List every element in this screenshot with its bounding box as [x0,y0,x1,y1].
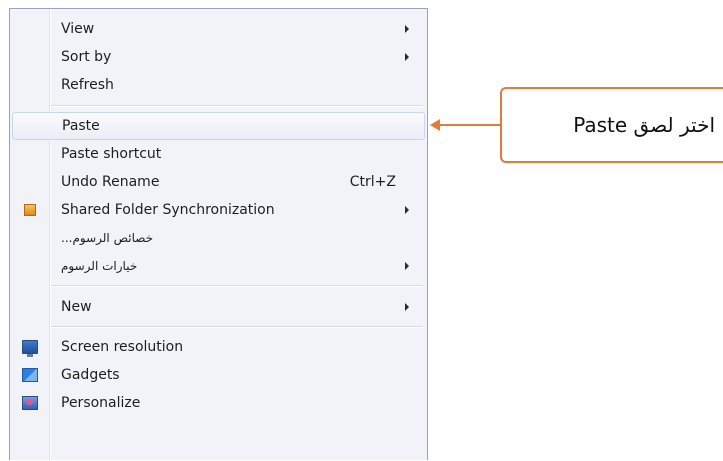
menu-item-graphics-properties[interactable]: ...خصائص الرسوم [12,224,425,252]
menu-item-label: Personalize [61,395,141,411]
menu-item-label: Shared Folder Synchronization [61,202,275,218]
menu-item-label: Screen resolution [61,339,184,355]
menu-item-label: Sort by [61,49,112,65]
menu-separator [51,326,423,328]
desktop-context-menu: View Sort by Refresh Paste Paste shortcu… [9,8,428,460]
menu-separator [51,285,423,287]
menu-item-gadgets[interactable]: Gadgets [12,361,425,389]
menu-item-sort-by[interactable]: Sort by [12,43,425,71]
callout-box: اختر لصق Paste [500,87,723,163]
menu-item-label: Refresh [61,77,114,93]
menu-item-view[interactable]: View [12,15,425,43]
menu-item-shortcut: Ctrl+Z [349,174,396,190]
menu-item-label: Gadgets [61,367,120,383]
submenu-arrow-icon [405,53,409,61]
menu-item-label: ...خصائص الرسوم [61,231,154,245]
submenu-arrow-icon [405,25,409,33]
menu-item-undo-rename[interactable]: Undo Rename Ctrl+Z [12,168,425,196]
menu-item-screen-resolution[interactable]: Screen resolution [12,333,425,361]
callout-text: اختر لصق Paste [573,113,715,137]
sync-folder-icon [24,204,36,216]
menu-item-paste-shortcut[interactable]: Paste shortcut [12,140,425,168]
screen-resolution-icon [22,340,38,357]
menu-item-label: Undo Rename [61,174,160,190]
menu-item-label: Paste shortcut [61,146,162,162]
gadgets-icon [22,368,38,382]
menu-item-refresh[interactable]: Refresh [12,71,425,99]
callout-arrow-line [439,124,500,126]
menu-item-new[interactable]: New [12,293,425,321]
menu-item-graphics-options[interactable]: خيارات الرسوم [12,252,425,280]
menu-item-label: View [61,21,95,37]
personalize-icon [22,396,38,410]
submenu-arrow-icon [405,262,409,270]
menu-item-shared-folder-sync[interactable]: Shared Folder Synchronization [12,196,425,224]
submenu-arrow-icon [405,206,409,214]
menu-item-label: New [61,299,92,315]
menu-item-label: Paste [62,118,100,134]
menu-item-paste[interactable]: Paste [12,112,425,140]
submenu-arrow-icon [405,303,409,311]
menu-item-personalize[interactable]: Personalize [12,389,425,417]
menu-item-label: خيارات الرسوم [61,259,138,273]
menu-separator [51,105,423,107]
